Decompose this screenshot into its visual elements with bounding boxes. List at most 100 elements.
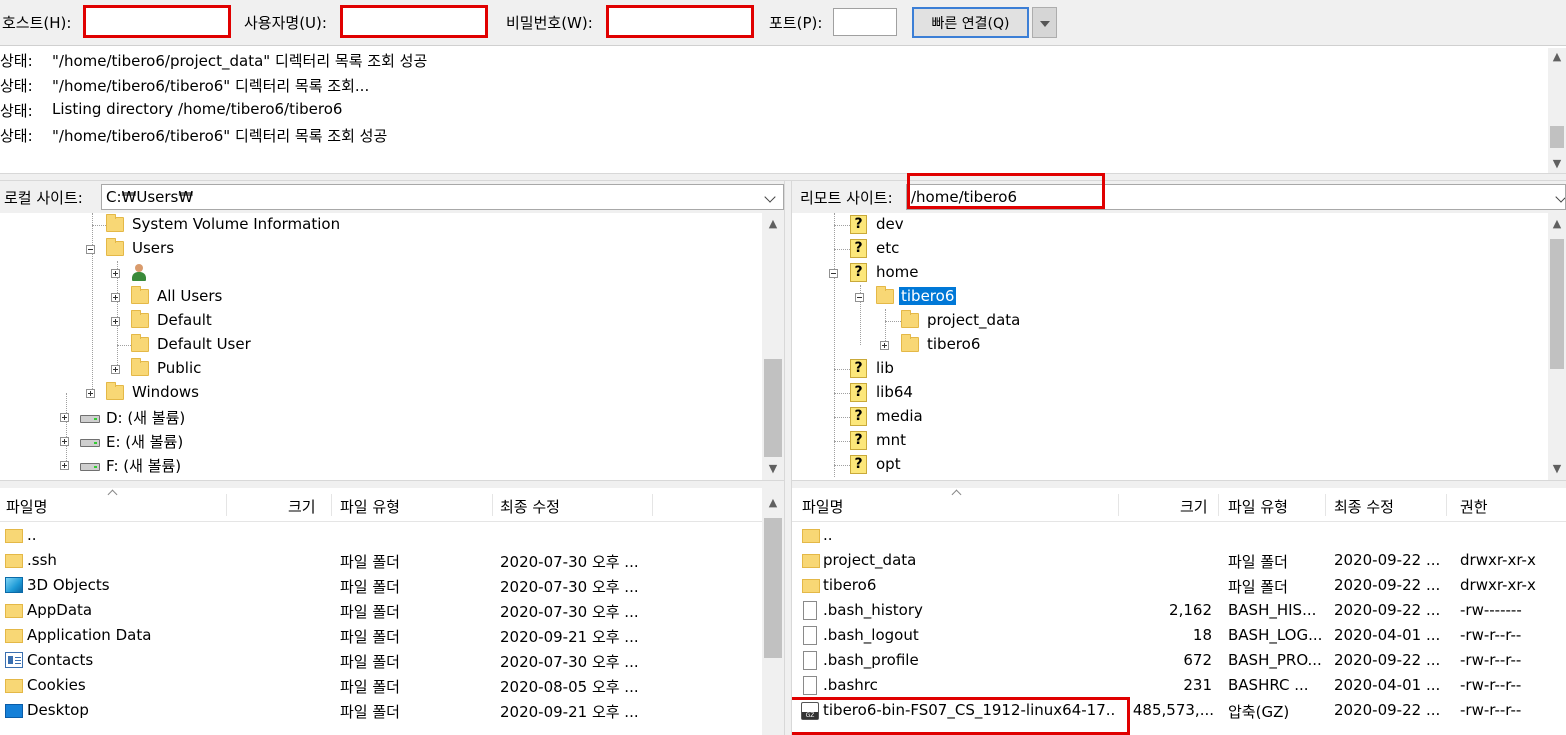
tree-item[interactable]: Default User — [0, 333, 760, 357]
remote-file-list: 파일명 크기 파일 유형 최종 수정 권한 .. project_data 파일… — [792, 488, 1566, 735]
file-permissions: -rw-r--r-- — [1460, 701, 1522, 719]
column-header-type[interactable]: 파일 유형 — [1228, 488, 1288, 522]
quickconnect-dropdown-button[interactable] — [1032, 7, 1057, 38]
column-header-permissions[interactable]: 권한 — [1460, 488, 1488, 522]
tree-item[interactable]: D: (새 볼륨) — [0, 405, 760, 429]
scroll-down-icon[interactable]: ▼ — [762, 460, 784, 478]
expand-icon[interactable] — [111, 293, 120, 302]
file-row[interactable]: .bash_profile 672 BASH_PRO... 2020-09-22… — [792, 648, 1566, 673]
collapse-icon[interactable] — [829, 269, 838, 278]
column-header-type[interactable]: 파일 유형 — [340, 488, 400, 522]
splitter[interactable] — [784, 181, 792, 735]
password-input[interactable] — [606, 5, 754, 38]
quickconnect-button[interactable]: 빠른 연결(Q) — [912, 7, 1029, 38]
host-input[interactable] — [83, 5, 231, 38]
file-row[interactable]: .ssh 파일 폴더 2020-07-30 오후 ... — [0, 548, 784, 573]
chevron-down-icon[interactable] — [764, 190, 778, 204]
expand-icon[interactable] — [60, 413, 69, 422]
tree-item[interactable]: Windows — [0, 381, 760, 405]
scroll-down-icon[interactable]: ▼ — [1548, 460, 1566, 478]
tree-item-label: Public — [157, 359, 202, 377]
tree-item[interactable]: ? home — [792, 261, 1542, 285]
scroll-thumb[interactable] — [1550, 126, 1564, 148]
tree-item[interactable]: ? opt — [792, 453, 1542, 477]
column-header-size[interactable]: 크기 — [1180, 488, 1208, 522]
tree-item[interactable] — [0, 261, 760, 285]
log-scrollbar[interactable]: ▲ ▼ — [1548, 48, 1566, 173]
tree-item[interactable]: ? mnt — [792, 429, 1542, 453]
expand-icon[interactable] — [880, 341, 889, 350]
local-file-scrollbar[interactable]: ▲ — [762, 488, 784, 735]
file-type: 파일 폴더 — [1228, 553, 1288, 571]
expand-icon[interactable] — [60, 437, 69, 446]
tree-item[interactable]: tibero6 — [792, 333, 1542, 357]
expand-icon[interactable] — [111, 365, 120, 374]
username-input[interactable] — [340, 5, 488, 38]
splitter[interactable] — [0, 173, 1566, 181]
column-header-modified[interactable]: 최종 수정 — [500, 488, 560, 522]
file-type: 파일 폴더 — [340, 553, 400, 571]
tree-item[interactable]: ? lib64 — [792, 381, 1542, 405]
remote-tree-scrollbar[interactable]: ▲ ▼ — [1548, 213, 1566, 480]
file-row[interactable]: Desktop 파일 폴더 2020-09-21 오후 ... — [0, 698, 784, 723]
tree-item[interactable]: ? media — [792, 405, 1542, 429]
scroll-up-icon[interactable]: ▲ — [762, 494, 784, 512]
scroll-down-icon[interactable]: ▼ — [1548, 155, 1566, 173]
scroll-up-icon[interactable]: ▲ — [1548, 215, 1566, 233]
file-row[interactable]: .bash_history 2,162 BASH_HIS... 2020-09-… — [792, 598, 1566, 623]
collapse-icon[interactable] — [86, 245, 95, 254]
tree-item[interactable]: Public — [0, 357, 760, 381]
tree-item[interactable]: tibero6 — [792, 285, 1542, 309]
file-row[interactable]: 3D Objects 파일 폴더 2020-07-30 오후 ... — [0, 573, 784, 598]
tree-item[interactable]: System Volume Information — [0, 213, 760, 237]
expand-icon[interactable] — [86, 389, 95, 398]
tree-item[interactable]: All Users — [0, 285, 760, 309]
scroll-thumb[interactable] — [764, 359, 782, 457]
tree-item-label: lib — [876, 359, 894, 377]
file-row[interactable]: tibero6 파일 폴더 2020-09-22 ... drwxr-xr-x — [792, 573, 1566, 598]
file-row[interactable]: Cookies 파일 폴더 2020-08-05 오후 ... — [0, 673, 784, 698]
file-type: BASH_PRO... — [1228, 651, 1322, 669]
tree-item[interactable]: Users — [0, 237, 760, 261]
column-header-filename[interactable]: 파일명 — [6, 488, 47, 522]
splitter[interactable] — [0, 480, 1566, 488]
file-type: 파일 폴더 — [340, 678, 400, 696]
tree-item[interactable]: project_data — [792, 309, 1542, 333]
collapse-icon[interactable] — [855, 293, 864, 302]
file-row[interactable]: Contacts 파일 폴더 2020-07-30 오후 ... — [0, 648, 784, 673]
scroll-thumb[interactable] — [1550, 239, 1564, 369]
scroll-up-icon[interactable]: ▲ — [762, 215, 784, 233]
tree-item[interactable]: Default — [0, 309, 760, 333]
scroll-thumb[interactable] — [764, 518, 782, 658]
expand-icon[interactable] — [60, 461, 69, 470]
column-header-modified[interactable]: 최종 수정 — [1334, 488, 1394, 522]
folder-icon — [131, 310, 149, 328]
scroll-up-icon[interactable]: ▲ — [1548, 48, 1566, 66]
log-message: "/home/tibero6/tibero6" 디렉터리 목록 조회... — [52, 77, 370, 95]
tree-item[interactable]: ? etc — [792, 237, 1542, 261]
file-row[interactable]: Application Data 파일 폴더 2020-09-21 오후 ... — [0, 623, 784, 648]
local-path-combo[interactable]: C:₩Users₩ — [101, 184, 784, 210]
tree-item[interactable]: ? lib — [792, 357, 1542, 381]
folder-icon — [5, 529, 23, 543]
expand-icon[interactable] — [111, 317, 120, 326]
file-row[interactable]: .. — [0, 523, 784, 548]
folder-icon — [106, 382, 124, 400]
file-row[interactable]: .. — [792, 523, 1566, 548]
tree-item[interactable]: E: (새 볼륨) — [0, 429, 760, 453]
file-row[interactable]: AppData 파일 폴더 2020-07-30 오후 ... — [0, 598, 784, 623]
tree-item-label: tibero6 — [927, 335, 981, 353]
expand-icon[interactable] — [111, 269, 120, 278]
chevron-down-icon[interactable] — [1555, 190, 1565, 204]
file-row[interactable]: .bash_logout 18 BASH_LOG... 2020-04-01 .… — [792, 623, 1566, 648]
sort-ascending-icon — [108, 490, 118, 496]
local-tree-scrollbar[interactable]: ▲ ▼ — [762, 213, 784, 480]
file-row[interactable]: project_data 파일 폴더 2020-09-22 ... drwxr-… — [792, 548, 1566, 573]
column-header-size[interactable]: 크기 — [288, 488, 316, 522]
tree-item-label: F: (새 볼륨) — [106, 457, 182, 475]
port-input[interactable] — [833, 8, 897, 36]
tree-item[interactable]: F: (새 볼륨) — [0, 453, 760, 477]
column-header-filename[interactable]: 파일명 — [802, 488, 843, 522]
tree-item[interactable]: ? dev — [792, 213, 1542, 237]
file-row[interactable]: .bashrc 231 BASHRC ... 2020-04-01 ... -r… — [792, 673, 1566, 698]
